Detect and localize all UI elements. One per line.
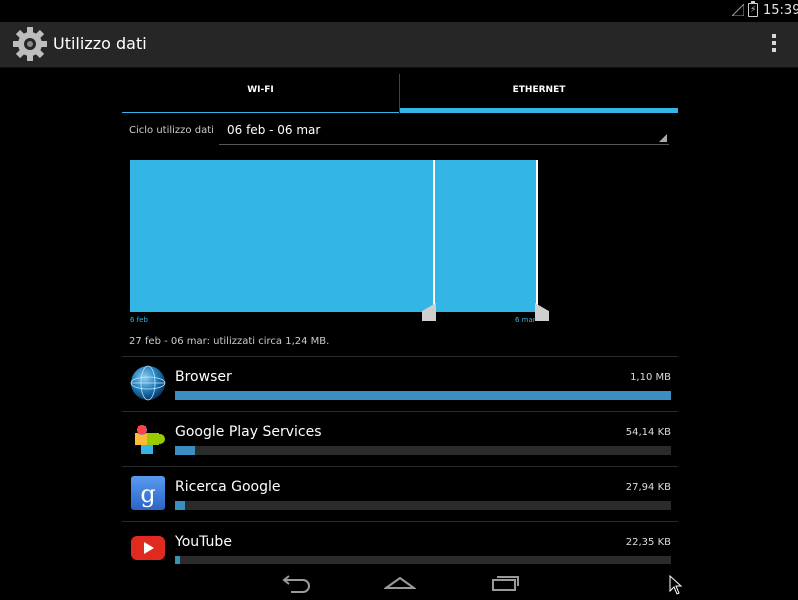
app-data-amount: 54,14 KB: [625, 427, 671, 438]
dropdown-arrow-icon: [659, 134, 667, 142]
overflow-menu-icon[interactable]: [768, 34, 780, 54]
sweep-start-line: [433, 160, 435, 312]
app-name: Browser: [175, 369, 232, 385]
app-name: YouTube: [175, 534, 232, 550]
app-name: Google Play Services: [175, 424, 322, 440]
usage-bar-fill: [175, 391, 671, 400]
mouse-cursor-icon: [669, 575, 683, 595]
app-data-amount: 27,94 KB: [625, 482, 671, 493]
cycle-value: 06 feb - 06 mar: [227, 123, 321, 137]
action-bar: Utilizzo dati: [0, 22, 798, 68]
youtube-icon: [131, 536, 165, 560]
app-data-amount: 1,10 MB: [630, 372, 671, 383]
google-search-icon: g: [131, 476, 165, 510]
usage-bar: [175, 391, 671, 400]
tab-wifi[interactable]: WI-FI: [122, 72, 399, 113]
app-row-ricerca-google[interactable]: g Ricerca Google 27,94 KB: [122, 466, 678, 521]
home-icon[interactable]: [384, 570, 416, 594]
usage-chart: 6 feb 6 mar: [130, 160, 550, 325]
browser-icon: [130, 365, 166, 401]
app-row-browser[interactable]: Browser 1,10 MB: [122, 356, 678, 411]
usage-area: [130, 160, 537, 312]
usage-bar: [175, 446, 671, 455]
cycle-dropdown[interactable]: 06 feb - 06 mar: [219, 120, 669, 145]
tab-ethernet[interactable]: ETHERNET: [400, 72, 678, 113]
status-time: 15:39: [763, 3, 798, 18]
app-data-amount: 22,35 KB: [625, 537, 671, 548]
google-play-services-icon: [135, 425, 165, 454]
battery-charging-icon: ⚡: [748, 1, 758, 17]
status-bar: ⚡ 15:39: [0, 0, 798, 22]
app-row-google-play-services[interactable]: Google Play Services 54,14 KB: [122, 411, 678, 466]
settings-gear-icon[interactable]: [12, 26, 48, 62]
cycle-label: Ciclo utilizzo dati: [129, 125, 214, 136]
network-tabs: WI-FI ETHERNET: [122, 72, 678, 114]
page-title: Utilizzo dati: [53, 34, 147, 53]
app-name: Ricerca Google: [175, 479, 281, 495]
usage-bar-fill: [175, 446, 195, 455]
usage-bar: [175, 501, 671, 510]
tick-label-start: 6 feb: [130, 316, 148, 324]
signal-icon: [732, 4, 744, 16]
usage-bar-fill: [175, 501, 185, 510]
usage-summary: 27 feb - 06 mar: utilizzati circa 1,24 M…: [129, 336, 330, 347]
svg-text:g: g: [140, 480, 155, 508]
app-usage-list: Browser 1,10 MB Google Play Services 54,…: [122, 356, 678, 576]
sweep-end-handle[interactable]: [535, 303, 549, 321]
sweep-end-line: [536, 160, 538, 312]
back-icon[interactable]: [281, 570, 313, 594]
recent-apps-icon[interactable]: [489, 570, 521, 594]
tick-label-end: 6 mar: [515, 316, 536, 324]
